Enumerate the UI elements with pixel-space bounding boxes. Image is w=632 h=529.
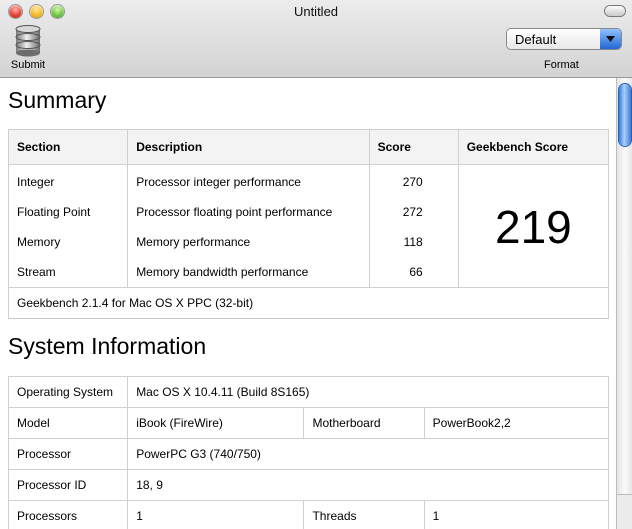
table-row: Integer Processor integer performance 27… — [7, 164, 610, 288]
processors-value: 1 — [127, 500, 305, 529]
format-select[interactable]: Default — [507, 29, 621, 49]
header-score: Score — [368, 129, 459, 165]
model-value: iBook (FireWire) — [127, 407, 305, 439]
row-description: Memory performance — [127, 227, 370, 257]
row-section: Stream — [7, 257, 129, 288]
system-info-table: Operating System Mac OS X 10.4.11 (Build… — [7, 376, 610, 529]
header-geekbench-score: Geekbench Score — [457, 129, 610, 165]
row-section: Memory — [7, 227, 129, 257]
processor-id-value: 18, 9 — [127, 469, 609, 501]
header-description: Description — [127, 129, 370, 165]
scrollbar-thumb[interactable] — [619, 84, 631, 146]
scroll-arrows[interactable] — [617, 494, 632, 529]
processor-label: Processor — [7, 438, 129, 470]
system-info-heading: System Information — [8, 333, 207, 359]
results-content: Summary Section Description Score Geekbe… — [0, 78, 616, 529]
summary-table: Section Description Score Geekbench Scor… — [7, 129, 610, 319]
model-label: Model — [7, 407, 129, 439]
window-titlebar: Untitled Submit Default Format — [0, 0, 632, 78]
submit-button[interactable]: Submit — [6, 25, 50, 73]
submit-label: Submit — [10, 59, 46, 71]
chevron-down-icon — [600, 29, 621, 49]
row-description: Processor integer performance — [127, 164, 370, 197]
row-score: 118 — [368, 227, 459, 257]
os-value: Mac OS X 10.4.11 (Build 8S165) — [127, 376, 609, 408]
geekbench-score-value: 219 — [457, 164, 610, 288]
database-icon — [15, 25, 41, 57]
row-description: Processor floating point performance — [127, 197, 370, 227]
table-row: Processors 1 Threads 1 — [7, 500, 610, 529]
summary-heading: Summary — [8, 87, 107, 113]
row-score: 270 — [368, 164, 459, 197]
table-row: Operating System Mac OS X 10.4.11 (Build… — [7, 376, 609, 408]
table-row: Processor ID 18, 9 — [7, 469, 609, 501]
os-label: Operating System — [7, 376, 129, 408]
row-description: Memory bandwidth performance — [127, 257, 370, 288]
row-score: 272 — [368, 197, 459, 227]
table-row: Model iBook (FireWire) Motherboard Power… — [7, 407, 610, 439]
row-section: Integer — [7, 164, 129, 197]
window-title: Untitled — [293, 4, 339, 19]
header-section: Section — [7, 129, 129, 165]
row-score: 66 — [368, 257, 459, 288]
toolbar-toggle-button[interactable] — [605, 6, 625, 16]
summary-footer-row: Geekbench 2.1.4 for Mac OS X PPC (32-bit… — [8, 287, 609, 319]
motherboard-label: Motherboard — [303, 407, 425, 439]
motherboard-value: PowerBook2,2 — [423, 407, 610, 439]
threads-value: 1 — [423, 500, 610, 529]
processor-value: PowerPC G3 (740/750) — [127, 438, 609, 470]
row-section: Floating Point — [7, 197, 129, 227]
geekbench-version: Geekbench 2.1.4 for Mac OS X PPC (32-bit… — [8, 287, 609, 319]
processor-id-label: Processor ID — [7, 469, 129, 501]
summary-header-row: Section Description Score Geekbench Scor… — [7, 129, 610, 165]
format-label: Format — [544, 59, 579, 71]
table-row: Processor PowerPC G3 (740/750) — [7, 438, 609, 470]
format-select-value: Default — [515, 32, 557, 47]
vertical-scrollbar[interactable] — [616, 78, 632, 529]
threads-label: Threads — [303, 500, 425, 529]
processors-label: Processors — [7, 500, 129, 529]
